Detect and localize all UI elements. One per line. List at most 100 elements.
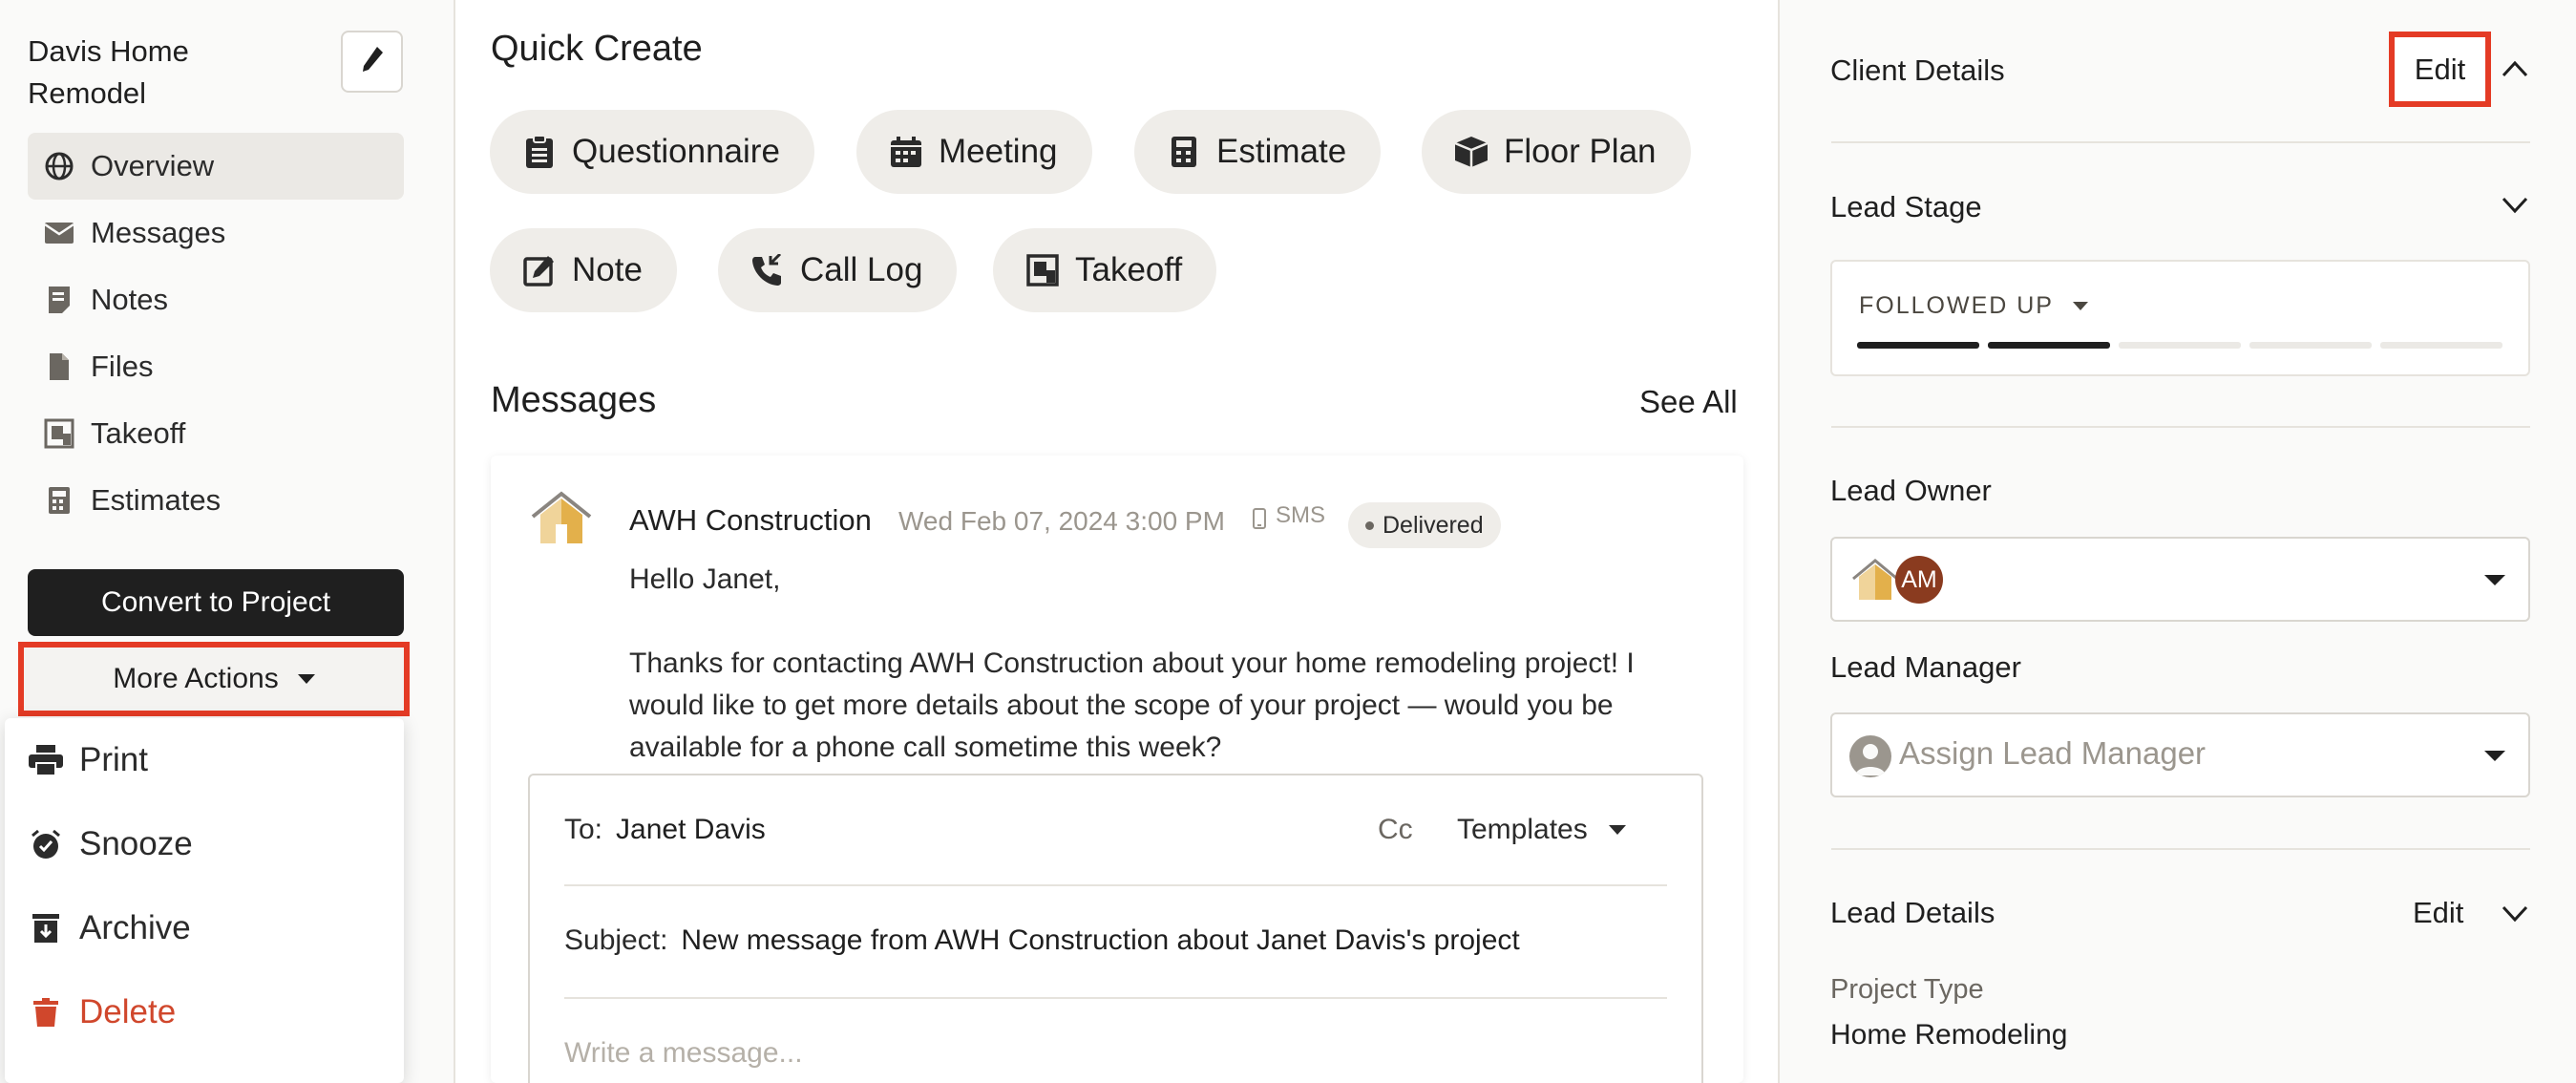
lead-stage-selector[interactable]: FOLLOWED UP [1830, 260, 2530, 376]
lead-stage-progress-segment [2119, 342, 2241, 349]
menu-item-snooze[interactable]: Snooze [5, 802, 404, 886]
lead-manager-select[interactable]: Assign Lead Manager [1830, 712, 2530, 797]
assign-lead-manager-placeholder: Assign Lead Manager [1899, 735, 2206, 771]
lead-details-edit-button[interactable]: Edit [2413, 896, 2463, 930]
takeoff-icon [1025, 253, 1060, 287]
message-channel: SMS [1253, 495, 1325, 536]
caret-down-icon [2484, 751, 2505, 761]
channel-label: SMS [1276, 501, 1326, 528]
cc-button[interactable]: Cc [1378, 814, 1413, 846]
box-icon [1454, 135, 1489, 169]
message-sender: AWH Construction [629, 503, 872, 537]
quick-create-meeting[interactable]: Meeting [856, 110, 1092, 194]
chevron-up-icon[interactable] [2502, 55, 2528, 82]
quick-create-estimate[interactable]: Estimate [1134, 110, 1382, 194]
owner-avatar: AM [1895, 556, 1943, 604]
message-input[interactable]: Write a message... [564, 1037, 1667, 1070]
menu-item-print[interactable]: Print [5, 718, 404, 802]
caret-down-icon [2484, 575, 2505, 585]
phone-icon [750, 253, 785, 287]
to-recipient[interactable]: Janet Davis [616, 814, 766, 846]
awh-logo-icon [529, 490, 594, 547]
message-text: Thanks for contacting AWH Construction a… [629, 648, 1635, 763]
chevron-down-icon[interactable] [2502, 192, 2528, 219]
status-dot-icon [1365, 520, 1374, 530]
divider [1831, 848, 2530, 850]
project-type-value: Home Remodeling [1830, 1019, 2068, 1051]
chip-label: Estimate [1216, 133, 1347, 170]
see-all-link[interactable]: See All [1639, 384, 1738, 420]
sidebar-item-notes[interactable]: Notes [28, 266, 404, 333]
client-details-title: Client Details [1830, 53, 2005, 87]
convert-to-project-button[interactable]: Convert to Project [28, 569, 404, 636]
takeoff-icon [43, 417, 75, 450]
message-placeholder: Write a message... [564, 1037, 803, 1069]
more-actions-button[interactable]: More Actions [18, 642, 410, 716]
envelope-icon [43, 217, 75, 249]
menu-item-label: Delete [79, 993, 177, 1030]
templates-dropdown[interactable]: Templates [1457, 814, 1626, 846]
more-actions-menu: Print Snooze Archive Delete [5, 718, 404, 1083]
trash-icon [28, 994, 64, 1030]
sidebar-item-messages[interactable]: Messages [28, 200, 404, 266]
file-icon [43, 350, 75, 383]
quick-create-questionnaire[interactable]: Questionnaire [490, 110, 814, 194]
message-greeting: Hello Janet, [629, 563, 781, 595]
sidebar-item-takeoff[interactable]: Takeoff [28, 400, 404, 467]
quick-create-note[interactable]: Note [490, 228, 677, 312]
templates-label: Templates [1457, 814, 1588, 845]
note-icon [43, 284, 75, 316]
calendar-icon [889, 135, 923, 169]
archive-icon [28, 910, 64, 946]
message-timestamp: Wed Feb 07, 2024 3:00 PM [898, 506, 1225, 536]
sidebar-item-label: Notes [91, 283, 168, 316]
user-avatar-icon [1849, 735, 1891, 777]
globe-icon [43, 150, 75, 182]
lead-stage-progress-segment [2249, 342, 2372, 349]
subject-field[interactable]: New message from AWH Construction about … [681, 924, 1519, 957]
lead-owner-title: Lead Owner [1830, 474, 1992, 507]
status-badge: Delivered [1348, 502, 1501, 548]
more-actions-label: More Actions [113, 663, 279, 694]
lead-owner-select[interactable]: AM [1830, 537, 2530, 622]
lead-stage-progress-segment [1857, 342, 1979, 349]
project-title: Davis Home Remodel [28, 34, 189, 110]
menu-item-label: Snooze [79, 825, 193, 862]
menu-item-delete[interactable]: Delete [5, 970, 404, 1054]
quick-create-takeoff[interactable]: Takeoff [993, 228, 1217, 312]
lead-stage-progress-segment [1988, 342, 2110, 349]
divider [1831, 141, 2530, 143]
chip-label: Call Log [800, 251, 923, 288]
compose-box: To: Janet Davis Cc Templates Subject: Ne… [528, 774, 1703, 1083]
menu-item-archive[interactable]: Archive [5, 886, 404, 970]
sidebar-item-label: Files [91, 350, 154, 383]
client-details-edit-button[interactable]: Edit [2389, 32, 2491, 107]
lead-manager-title: Lead Manager [1830, 650, 2021, 684]
alarm-clock-icon [28, 826, 64, 862]
lead-stage-progress-segment [2380, 342, 2502, 349]
sidebar-item-label: Overview [91, 149, 215, 182]
calculator-icon [1167, 135, 1201, 169]
subject-label: Subject: [564, 924, 668, 956]
menu-item-label: Archive [79, 909, 191, 946]
sidebar-item-files[interactable]: Files [28, 333, 404, 400]
phone-device-icon [1253, 508, 1266, 536]
status-label: Delivered [1383, 511, 1484, 539]
sidebar-item-overview[interactable]: Overview [28, 133, 404, 200]
divider [564, 884, 1667, 886]
edit-project-button[interactable] [341, 31, 403, 93]
caret-down-icon [1608, 825, 1626, 835]
chip-label: Takeoff [1075, 251, 1183, 288]
lead-details-title: Lead Details [1830, 896, 1995, 929]
lead-stage-title: Lead Stage [1830, 190, 1982, 223]
chevron-down-icon[interactable] [2502, 901, 2528, 927]
quick-create-floor-plan[interactable]: Floor Plan [1422, 110, 1691, 194]
edit-note-icon [522, 253, 557, 287]
menu-item-label: Print [79, 741, 148, 778]
calculator-icon [43, 484, 75, 517]
quick-create-call-log[interactable]: Call Log [718, 228, 958, 312]
company-avatar [1851, 558, 1899, 602]
messages-title: Messages [491, 380, 657, 420]
chip-label: Meeting [939, 133, 1058, 170]
sidebar-item-estimates[interactable]: Estimates [28, 467, 404, 534]
